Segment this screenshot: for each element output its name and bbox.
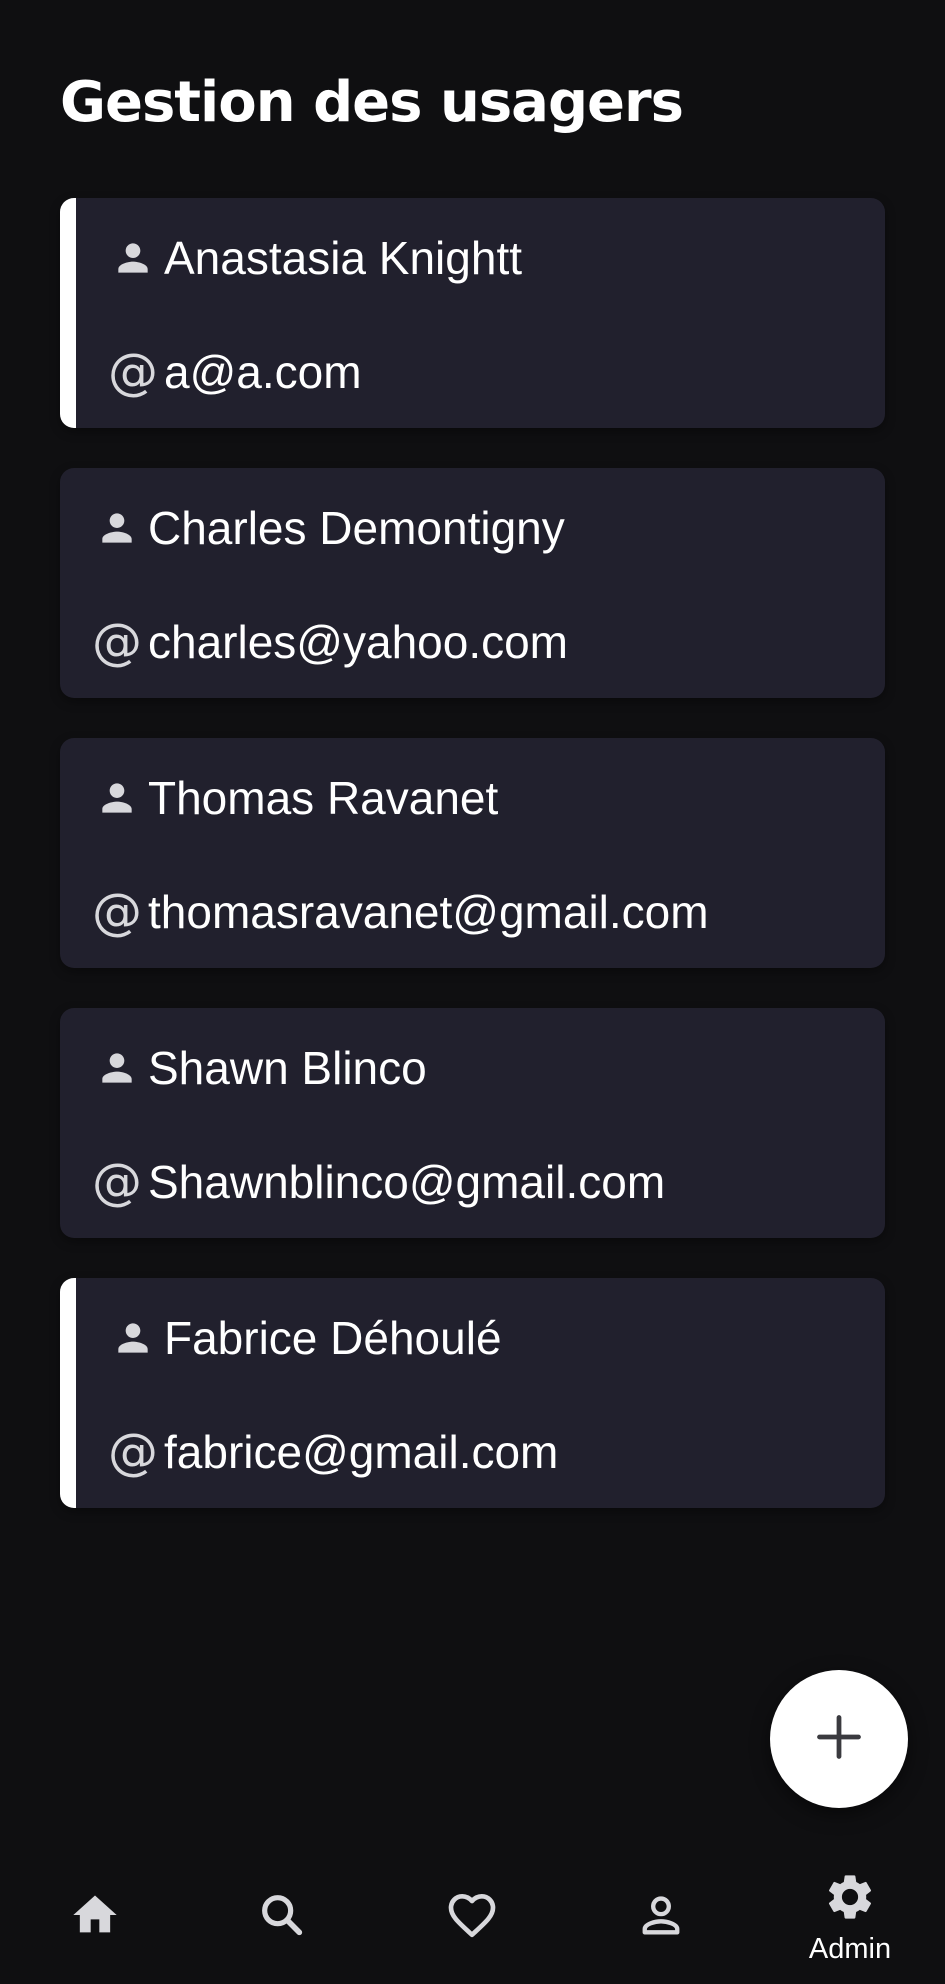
profile-icon xyxy=(635,1889,687,1946)
add-user-button[interactable] xyxy=(770,1670,908,1808)
user-name: Shawn Blinco xyxy=(148,1042,427,1094)
person-icon xyxy=(90,501,144,555)
home-icon xyxy=(69,1889,121,1946)
nav-favorites[interactable] xyxy=(412,1850,532,1984)
page-title: Gestion des usagers xyxy=(60,70,684,135)
at-sign-icon: @ xyxy=(92,613,142,671)
gear-icon xyxy=(823,1870,877,1929)
user-email-row: @ fabrice@gmail.com xyxy=(106,1422,558,1482)
user-card[interactable]: Fabrice Déhoulé @ fabrice@gmail.com xyxy=(60,1278,885,1508)
heart-icon xyxy=(444,1887,500,1948)
user-email-row: @ thomasravanet@gmail.com xyxy=(90,882,709,942)
nav-search[interactable] xyxy=(222,1850,342,1984)
at-sign-icon: @ xyxy=(92,1153,142,1211)
user-name: Charles Demontigny xyxy=(148,502,565,554)
user-email: thomasravanet@gmail.com xyxy=(148,886,709,938)
user-card[interactable]: Shawn Blinco @ Shawnblinco@gmail.com xyxy=(60,1008,885,1238)
user-card[interactable]: Anastasia Knightt @ a@a.com xyxy=(60,198,885,428)
plus-icon xyxy=(813,1711,865,1768)
nav-profile[interactable] xyxy=(601,1850,721,1984)
user-list: Anastasia Knightt @ a@a.com Charles Demo… xyxy=(60,198,885,1548)
selection-indicator xyxy=(60,1278,76,1508)
user-email-row: @ charles@yahoo.com xyxy=(90,612,568,672)
user-name: Thomas Ravanet xyxy=(148,772,499,824)
person-icon xyxy=(90,771,144,825)
user-name-row: Charles Demontigny xyxy=(90,498,565,558)
bottom-navigation: Admin xyxy=(0,1850,945,1984)
at-sign-icon: @ xyxy=(108,343,158,401)
at-sign-icon: @ xyxy=(108,1423,158,1481)
user-email-row: @ a@a.com xyxy=(106,342,362,402)
person-icon xyxy=(90,1041,144,1095)
selection-indicator xyxy=(60,198,76,428)
search-icon xyxy=(256,1889,308,1946)
at-sign-icon: @ xyxy=(92,883,142,941)
user-name-row: Fabrice Déhoulé xyxy=(106,1308,502,1368)
user-email-row: @ Shawnblinco@gmail.com xyxy=(90,1152,665,1212)
user-name-row: Shawn Blinco xyxy=(90,1038,427,1098)
person-icon xyxy=(106,231,160,285)
user-email: Shawnblinco@gmail.com xyxy=(148,1156,666,1208)
user-card[interactable]: Charles Demontigny @ charles@yahoo.com xyxy=(60,468,885,698)
nav-admin-label: Admin xyxy=(808,1933,892,1965)
user-name-row: Anastasia Knightt xyxy=(106,228,522,288)
user-name-row: Thomas Ravanet xyxy=(90,768,498,828)
user-name: Anastasia Knightt xyxy=(164,232,523,284)
nav-admin[interactable]: Admin xyxy=(790,1850,910,1984)
nav-home[interactable] xyxy=(35,1850,155,1984)
user-name: Fabrice Déhoulé xyxy=(164,1312,502,1364)
person-icon xyxy=(106,1311,160,1365)
user-email: a@a.com xyxy=(164,346,362,398)
user-email: charles@yahoo.com xyxy=(148,616,568,668)
user-card[interactable]: Thomas Ravanet @ thomasravanet@gmail.com xyxy=(60,738,885,968)
user-email: fabrice@gmail.com xyxy=(164,1426,559,1478)
